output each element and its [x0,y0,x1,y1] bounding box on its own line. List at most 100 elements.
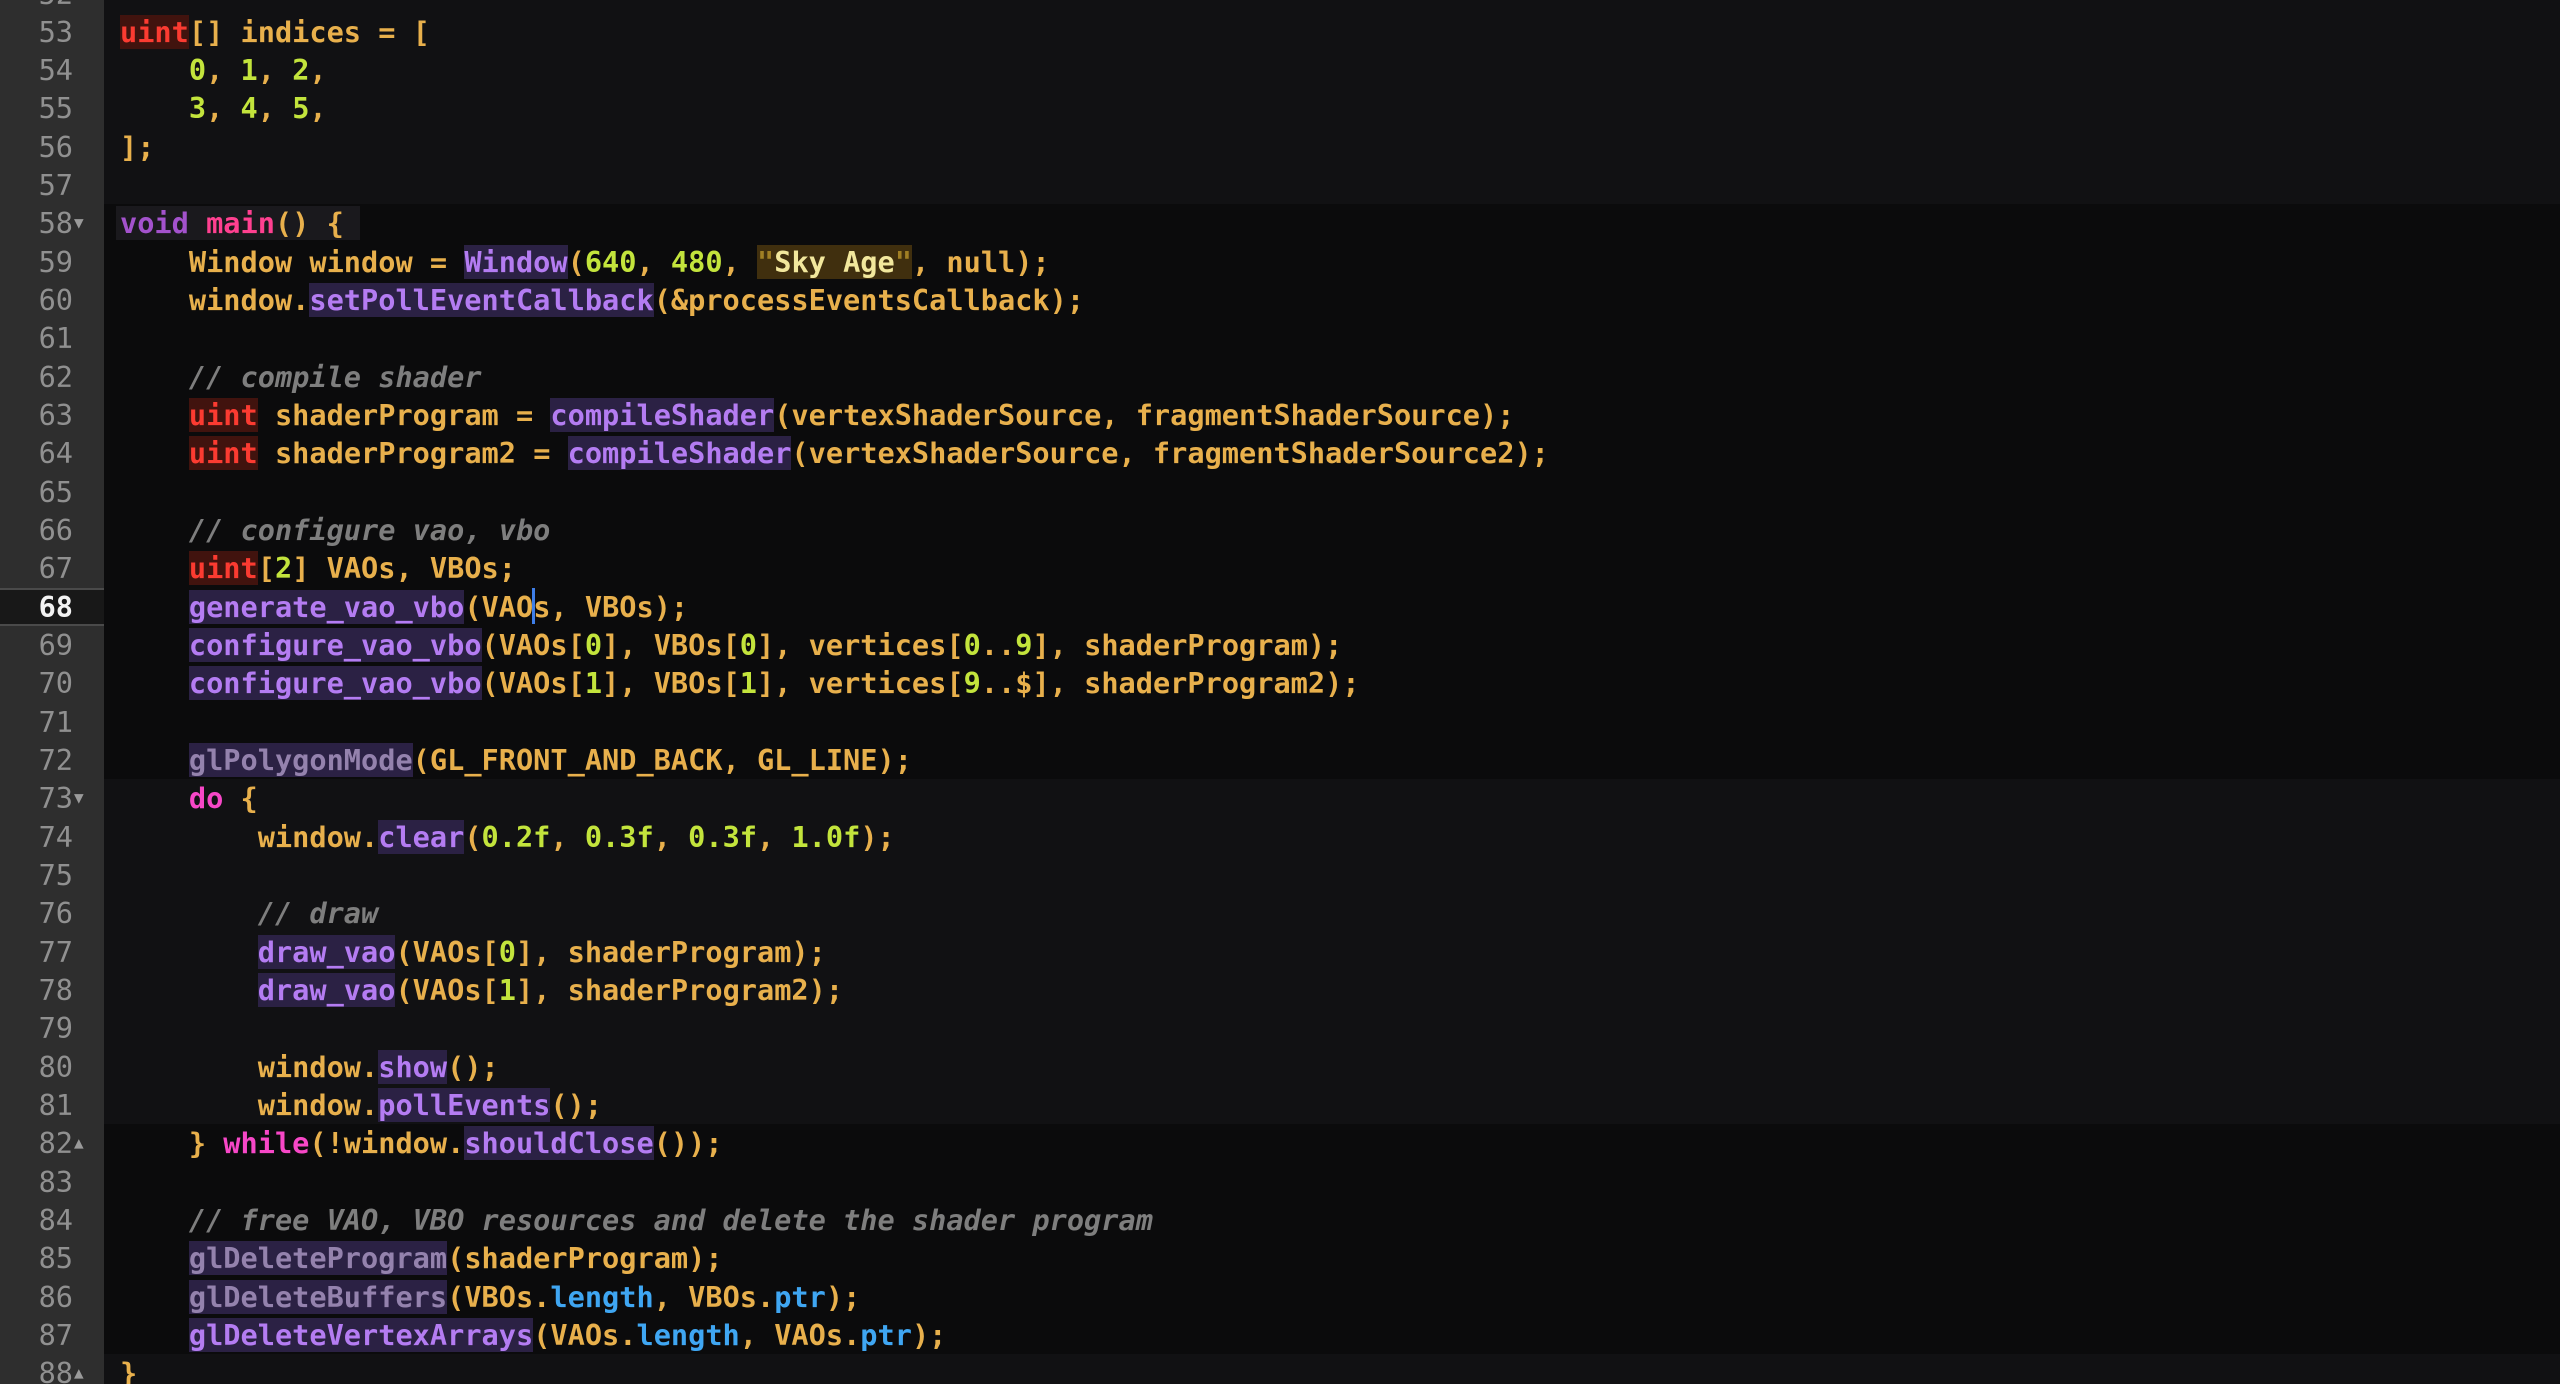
code-row[interactable]: 58▼void main() { [0,204,2560,242]
line-number-cell[interactable]: 88▲ [0,1354,104,1384]
line-number-cell[interactable]: 57 [0,166,104,204]
code-row[interactable]: 64 uint shaderProgram2 = compileShader(v… [0,434,2560,472]
code-row[interactable]: 75 [0,856,2560,894]
code-line[interactable]: Window window = Window(640, 480, "Sky Ag… [104,243,2560,281]
code-line[interactable]: glDeleteVertexArrays(VAOs.length, VAOs.p… [104,1316,2560,1354]
code-line[interactable]: // compile shader [104,358,2560,396]
line-number-cell[interactable]: 64 [0,434,104,472]
line-number-cell[interactable]: 79 [0,1009,104,1047]
code-line[interactable]: generate_vao_vbo(VAOs, VBOs); [104,588,2560,626]
code-row[interactable]: 71 [0,703,2560,741]
line-number-cell[interactable]: 74 [0,818,104,856]
code-row[interactable]: 60 window.setPollEventCallback(&processE… [0,281,2560,319]
code-row[interactable]: 81 window.pollEvents(); [0,1086,2560,1124]
code-line[interactable]: do { [104,779,2560,817]
line-number-cell[interactable]: 67 [0,549,104,587]
code-row[interactable]: 52 [0,0,2560,13]
code-line[interactable]: ]; [104,128,2560,166]
code-row[interactable]: 53uint[] indices = [ [0,13,2560,51]
line-number-cell[interactable]: 65 [0,473,104,511]
code-line[interactable]: uint shaderProgram = compileShader(verte… [104,396,2560,434]
code-line[interactable] [104,166,2560,204]
fold-up-icon[interactable]: ▲ [74,1124,100,1162]
code-row[interactable]: 82▲ } while(!window.shouldClose()); [0,1124,2560,1162]
line-number-cell[interactable]: 80 [0,1048,104,1086]
line-number-cell[interactable]: 68 [0,588,104,626]
code-row[interactable]: 63 uint shaderProgram = compileShader(ve… [0,396,2560,434]
code-line[interactable]: uint[] indices = [ [104,13,2560,51]
line-number-cell[interactable]: 81 [0,1086,104,1124]
fold-up-icon[interactable]: ▲ [74,1354,100,1384]
code-row[interactable]: 68 generate_vao_vbo(VAOs, VBOs); [0,588,2560,626]
code-row[interactable]: 88▲} [0,1354,2560,1384]
code-line[interactable]: uint[2] VAOs, VBOs; [104,549,2560,587]
code-line[interactable]: // draw [104,894,2560,932]
code-row[interactable]: 55 3, 4, 5, [0,89,2560,127]
code-row[interactable]: 80 window.show(); [0,1048,2560,1086]
line-number-cell[interactable]: 87 [0,1316,104,1354]
line-number-cell[interactable]: 78 [0,971,104,1009]
code-line[interactable]: window.clear(0.2f, 0.3f, 0.3f, 1.0f); [104,818,2560,856]
code-line[interactable]: // configure vao, vbo [104,511,2560,549]
code-line[interactable]: 3, 4, 5, [104,89,2560,127]
code-row[interactable]: 66 // configure vao, vbo [0,511,2560,549]
line-number-cell[interactable]: 82▲ [0,1124,104,1162]
code-row[interactable]: 78 draw_vao(VAOs[1], shaderProgram2); [0,971,2560,1009]
code-line[interactable]: window.show(); [104,1048,2560,1086]
code-row[interactable]: 65 [0,473,2560,511]
line-number-cell[interactable]: 83 [0,1163,104,1201]
line-number-cell[interactable]: 56 [0,128,104,166]
code-row[interactable]: 61 [0,319,2560,357]
line-number-cell[interactable]: 85 [0,1239,104,1277]
code-line[interactable]: draw_vao(VAOs[0], shaderProgram); [104,933,2560,971]
line-number-cell[interactable]: 55 [0,89,104,127]
line-number-cell[interactable]: 75 [0,856,104,894]
line-number-cell[interactable]: 77 [0,933,104,971]
code-line[interactable] [104,703,2560,741]
code-line[interactable]: glPolygonMode(GL_FRONT_AND_BACK, GL_LINE… [104,741,2560,779]
line-number-cell[interactable]: 61 [0,319,104,357]
code-row[interactable]: 72 glPolygonMode(GL_FRONT_AND_BACK, GL_L… [0,741,2560,779]
code-line[interactable]: window.pollEvents(); [104,1086,2560,1124]
code-row[interactable]: 69 configure_vao_vbo(VAOs[0], VBOs[0], v… [0,626,2560,664]
line-number-cell[interactable]: 86 [0,1278,104,1316]
line-number-cell[interactable]: 70 [0,664,104,702]
line-number-cell[interactable]: 58▼ [0,204,104,242]
code-row[interactable]: 76 // draw [0,894,2560,932]
code-line[interactable]: void main() { [104,204,2560,242]
code-row[interactable]: 70 configure_vao_vbo(VAOs[1], VBOs[1], v… [0,664,2560,702]
code-line[interactable] [104,0,2560,13]
code-line[interactable]: // free VAO, VBO resources and delete th… [104,1201,2560,1239]
line-number-cell[interactable]: 71 [0,703,104,741]
code-line[interactable]: uint shaderProgram2 = compileShader(vert… [104,434,2560,472]
line-number-cell[interactable]: 53 [0,13,104,51]
code-row[interactable]: 73▼ do { [0,779,2560,817]
code-line[interactable]: window.setPollEventCallback(&processEven… [104,281,2560,319]
code-row[interactable]: 87 glDeleteVertexArrays(VAOs.length, VAO… [0,1316,2560,1354]
code-row[interactable]: 83 [0,1163,2560,1201]
line-number-cell[interactable]: 63 [0,396,104,434]
code-line[interactable]: 0, 1, 2, [104,51,2560,89]
code-line[interactable]: glDeleteProgram(shaderProgram); [104,1239,2560,1277]
line-number-cell[interactable]: 66 [0,511,104,549]
line-number-cell[interactable]: 73▼ [0,779,104,817]
code-row[interactable]: 59 Window window = Window(640, 480, "Sky… [0,243,2560,281]
code-row[interactable]: 77 draw_vao(VAOs[0], shaderProgram); [0,933,2560,971]
code-line[interactable] [104,1009,2560,1047]
code-row[interactable]: 67 uint[2] VAOs, VBOs; [0,549,2560,587]
code-line[interactable]: draw_vao(VAOs[1], shaderProgram2); [104,971,2560,1009]
code-line[interactable]: } [104,1354,2560,1384]
line-number-cell[interactable]: 62 [0,358,104,396]
line-number-cell[interactable]: 52 [0,0,104,13]
line-number-cell[interactable]: 72 [0,741,104,779]
code-row[interactable]: 54 0, 1, 2, [0,51,2560,89]
code-line[interactable] [104,856,2560,894]
code-row[interactable]: 57 [0,166,2560,204]
line-number-cell[interactable]: 60 [0,281,104,319]
code-row[interactable]: 62 // compile shader [0,358,2560,396]
code-line[interactable]: configure_vao_vbo(VAOs[1], VBOs[1], vert… [104,664,2560,702]
line-number-cell[interactable]: 54 [0,51,104,89]
fold-down-icon[interactable]: ▼ [74,779,100,817]
line-number-cell[interactable]: 59 [0,243,104,281]
code-line[interactable] [104,1163,2560,1201]
